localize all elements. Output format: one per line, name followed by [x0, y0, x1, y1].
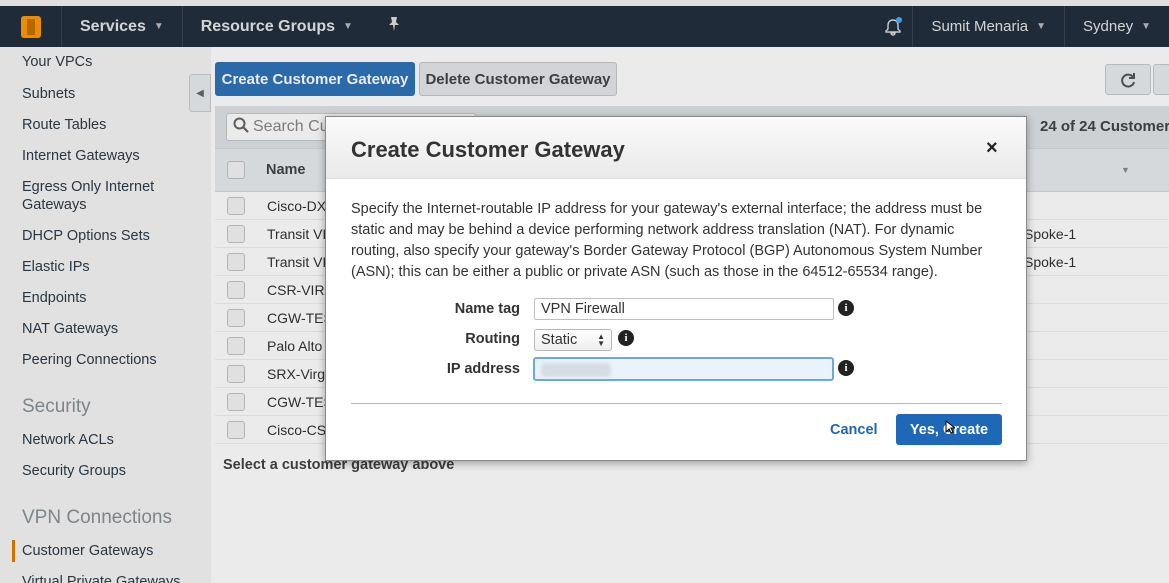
info-icon[interactable]: i	[618, 330, 634, 346]
dialog-title: Create Customer Gateway	[351, 137, 625, 162]
ip-address-label: IP address	[446, 361, 520, 377]
dialog-divider	[351, 403, 1002, 404]
create-customer-gateway-dialog: Create Customer Gateway × Specify the In…	[325, 116, 1027, 461]
select-arrows-icon: ▲ ▼	[597, 332, 605, 348]
routing-select[interactable]: Static ▲ ▼	[534, 329, 612, 351]
routing-label: Routing	[465, 331, 520, 347]
info-icon[interactable]: i	[838, 360, 854, 376]
ip-address-input[interactable]	[533, 357, 834, 381]
cancel-button[interactable]: Cancel	[830, 422, 878, 438]
name-tag-label: Name tag	[454, 301, 520, 317]
dialog-description: Specify the Internet-routable IP address…	[351, 201, 983, 280]
name-tag-input[interactable]: VPN Firewall	[534, 298, 834, 320]
close-icon[interactable]: ×	[986, 137, 998, 160]
routing-value: Static	[541, 332, 578, 348]
info-icon[interactable]: i	[838, 300, 854, 316]
blurred-ip-value	[541, 363, 611, 377]
mouse-cursor-icon	[945, 420, 955, 434]
